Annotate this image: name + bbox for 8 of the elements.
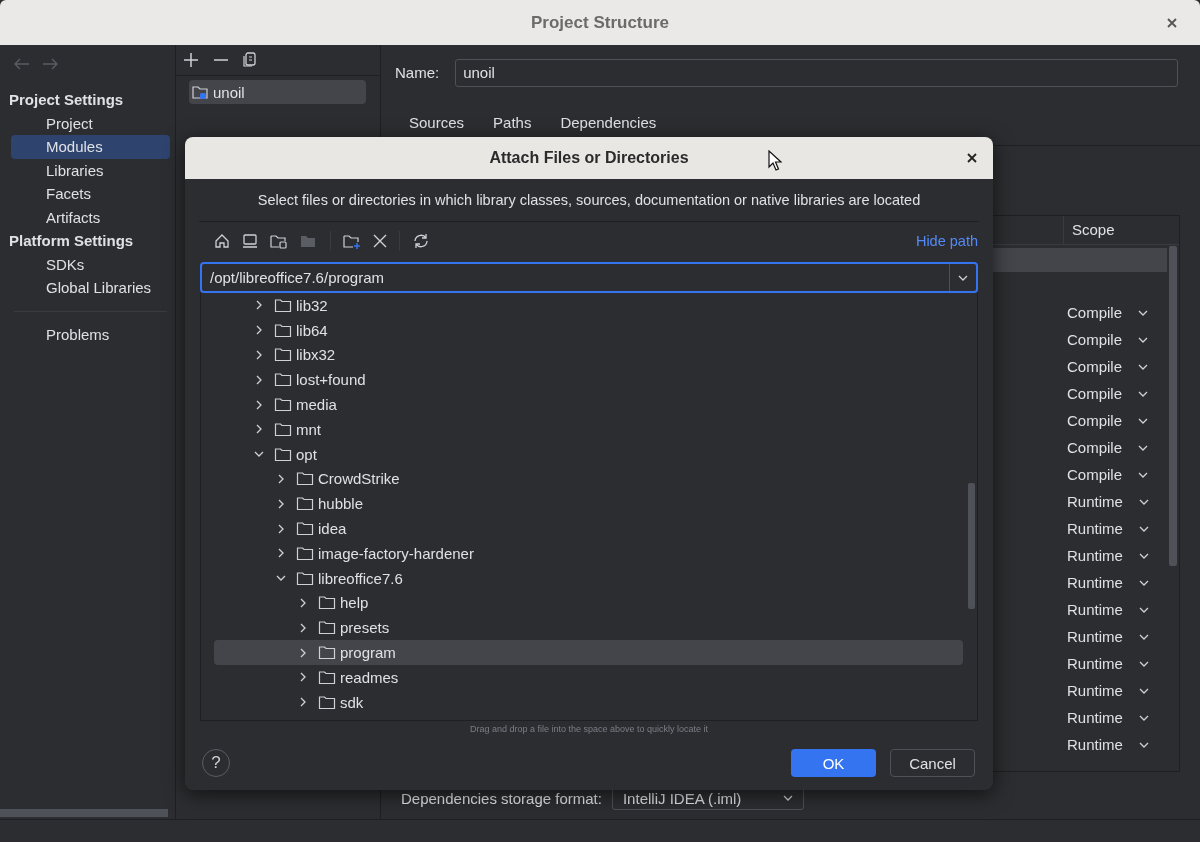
storage-format-label: Dependencies storage format: (401, 789, 602, 807)
dialog-description: Select files or directories in which library classes, sources, documentation or native libraries are located (257, 192, 921, 208)
name-label: Name: (395, 64, 440, 81)
hint-text: Drag and drop a file into the space above to quickly locate it (468, 723, 710, 736)
dialog-title: Attach Files or Directories (489, 149, 689, 167)
section-heading: Project Settings (8, 90, 124, 110)
section-heading: Platform Settings (8, 231, 134, 251)
window-title: Project Structure (531, 12, 669, 33)
